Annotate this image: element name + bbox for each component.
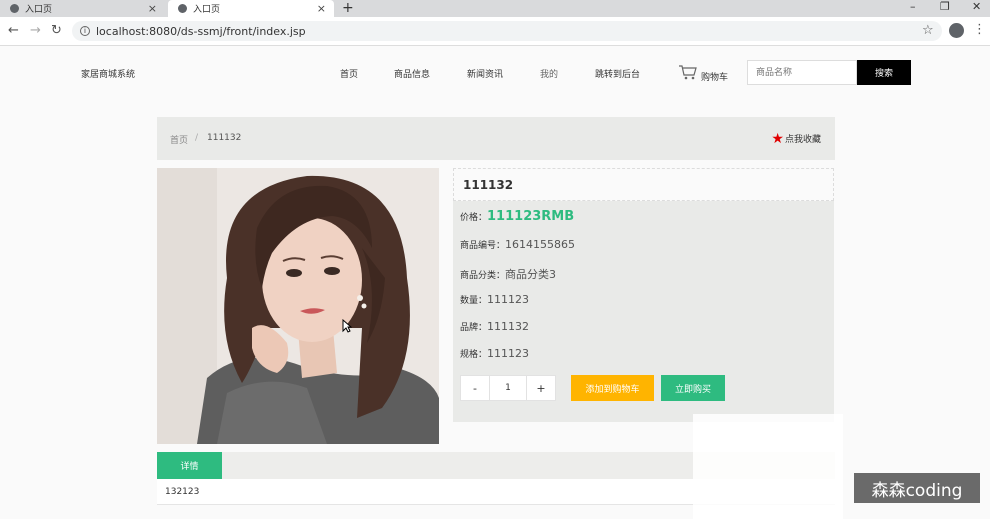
product-title-box: 111132	[453, 168, 834, 201]
browser-tab-strip: 入口页 × 入口页 × + – ❐ ✕	[0, 0, 990, 17]
new-tab-icon[interactable]: +	[342, 0, 354, 16]
cart-link[interactable]: 购物车	[701, 70, 728, 83]
breadcrumb-home[interactable]: 首页	[170, 133, 188, 146]
favorite-label: 点我收藏	[784, 135, 821, 145]
breadcrumb: 首页 / 111132 ★ 点我收藏	[157, 117, 835, 160]
star-icon: ★	[771, 130, 784, 147]
code-row: 商品编号：1614155865	[460, 238, 575, 251]
category-label: 商品分类：	[460, 271, 506, 281]
code-label: 商品编号：	[460, 241, 506, 251]
product-info-panel: 价格：111123RMB 商品编号：1614155865 商品分类：商品分类3 …	[453, 201, 834, 422]
globe-icon	[178, 4, 187, 13]
account-icon[interactable]	[949, 23, 964, 38]
close-tab-icon[interactable]: ×	[317, 2, 326, 15]
close-tab-icon[interactable]: ×	[148, 2, 157, 15]
detail-text: 132123	[165, 487, 200, 497]
back-icon[interactable]: ←	[8, 23, 19, 38]
breadcrumb-separator: /	[195, 133, 199, 143]
product-image	[157, 168, 439, 444]
quantity-stepper: - 1 +	[460, 375, 556, 401]
close-window-icon[interactable]: ✕	[972, 0, 981, 13]
restore-icon[interactable]: ❐	[940, 0, 950, 13]
price-value: 111123RMB	[487, 209, 575, 224]
product-title: 111132	[463, 178, 514, 192]
price-label: 价格：	[460, 213, 488, 223]
nav-item-mine[interactable]: 我的	[540, 67, 558, 80]
browser-tab-title: 入口页	[193, 5, 221, 15]
decrement-button[interactable]: -	[460, 375, 490, 401]
minimize-icon[interactable]: –	[910, 0, 916, 13]
quantity-label: 数量：	[460, 296, 488, 306]
menu-icon[interactable]: ⋮	[973, 22, 986, 37]
favorite-button[interactable]: ★ 点我收藏	[771, 130, 821, 147]
url-field[interactable]: i localhost:8080/ds-ssmj/front/index.jsp	[72, 21, 942, 41]
spec-label: 规格：	[460, 350, 488, 360]
cursor-icon	[342, 319, 352, 333]
browser-tab-active[interactable]: 入口页 ×	[168, 0, 334, 17]
buy-now-button[interactable]: 立即购买	[661, 375, 725, 401]
site-brand[interactable]: 家居商城系统	[81, 67, 135, 80]
reload-icon[interactable]: ↻	[51, 23, 62, 38]
code-value: 1614155865	[505, 238, 576, 251]
spec-row: 规格：111123	[460, 347, 529, 360]
info-icon[interactable]: i	[80, 26, 90, 36]
spec-value: 111123	[487, 347, 530, 360]
quantity-input[interactable]: 1	[490, 375, 526, 401]
globe-icon	[10, 4, 19, 13]
quantity-row: 数量：111123	[460, 293, 529, 306]
nav-item-admin[interactable]: 跳转到后台	[595, 67, 640, 80]
nav-item-products[interactable]: 商品信息	[394, 67, 430, 80]
url-text: localhost:8080/ds-ssmj/front/index.jsp	[96, 24, 306, 38]
cart-icon[interactable]	[678, 64, 698, 80]
watermark: 森森coding	[854, 473, 980, 503]
category-row: 商品分类：商品分类3	[460, 266, 556, 282]
browser-tab[interactable]: 入口页 ×	[0, 0, 165, 17]
tab-details[interactable]: 详情	[157, 452, 222, 479]
forward-icon[interactable]: →	[30, 23, 41, 38]
add-to-cart-button[interactable]: 添加到购物车	[571, 375, 654, 401]
brand-row: 品牌：111132	[460, 320, 529, 333]
increment-button[interactable]: +	[526, 375, 556, 401]
brand-value: 111132	[487, 320, 530, 333]
nav-item-home[interactable]: 首页	[340, 67, 358, 80]
search-button[interactable]: 搜索	[857, 60, 911, 85]
address-bar: ← → ↻ i localhost:8080/ds-ssmj/front/ind…	[0, 17, 990, 46]
browser-tab-title: 入口页	[25, 5, 53, 15]
nav-item-news[interactable]: 新闻资讯	[467, 67, 503, 80]
price-row: 价格：111123RMB	[460, 209, 574, 224]
bookmark-star-icon[interactable]: ☆	[922, 23, 934, 38]
breadcrumb-current: 111132	[207, 133, 242, 143]
quantity-value: 111123	[487, 293, 530, 306]
search-input[interactable]	[747, 60, 857, 85]
category-value: 商品分类3	[505, 268, 557, 281]
blur-overlay	[693, 414, 843, 519]
brand-label: 品牌：	[460, 323, 488, 333]
